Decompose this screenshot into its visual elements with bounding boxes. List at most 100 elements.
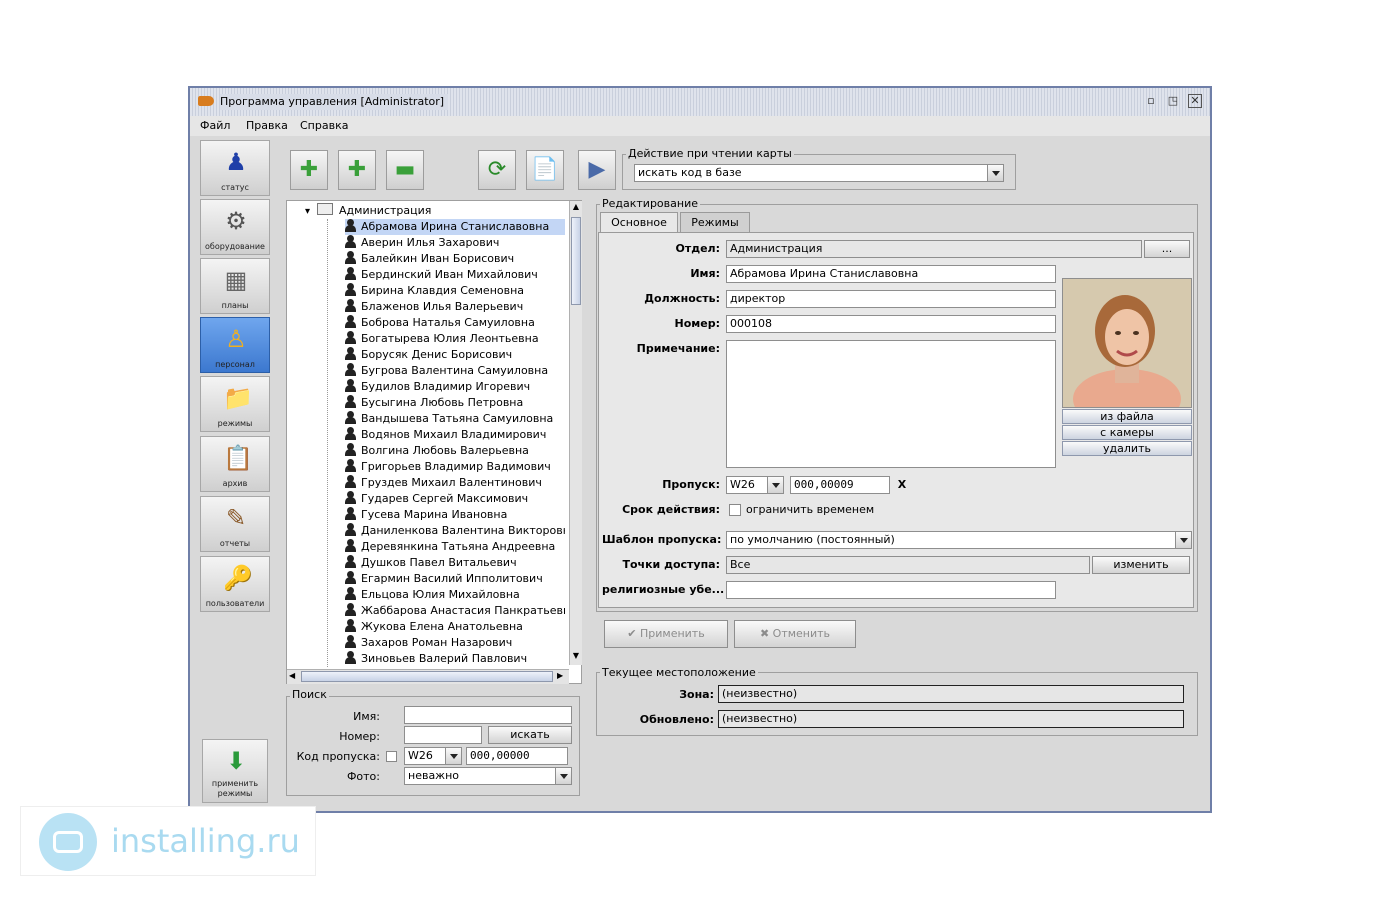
tab-main[interactable]: Основное bbox=[600, 212, 678, 232]
add-group-button[interactable]: ✚ bbox=[290, 150, 328, 190]
tree-person-row[interactable]: Водянов Михаил Владимирович bbox=[345, 427, 565, 443]
tree-person-row[interactable]: Даниленкова Валентина Викторовн bbox=[345, 523, 565, 539]
minimize-icon[interactable]: ▫ bbox=[1144, 94, 1158, 108]
tree-person-row[interactable]: Бердинский Иван Михайлович bbox=[345, 267, 565, 283]
menu-help[interactable]: Справка bbox=[300, 118, 348, 134]
tree-person-row[interactable]: Зиновьев Валерий Павлович bbox=[345, 651, 565, 667]
maximize-icon[interactable]: ◳ bbox=[1166, 94, 1180, 108]
tree-person-row[interactable]: Жаббарова Анастасия Панкратьевн bbox=[345, 603, 565, 619]
tree-person-row[interactable]: Аверин Илья Захарович bbox=[345, 235, 565, 251]
validity-checkbox-label: ограничить временем bbox=[746, 503, 875, 516]
tab-modes[interactable]: Режимы bbox=[680, 212, 750, 232]
tree-person-row[interactable]: Душков Павел Витальевич bbox=[345, 555, 565, 571]
sidebar-item-equipment[interactable]: ⚙ оборудование bbox=[200, 199, 270, 255]
tree-person-row[interactable]: Богатырева Юлия Леонтьевна bbox=[345, 331, 565, 347]
hscroll-thumb[interactable] bbox=[301, 671, 553, 682]
note-textarea[interactable] bbox=[726, 340, 1056, 468]
menu-file[interactable]: Файл bbox=[200, 118, 230, 134]
search-button[interactable]: искать bbox=[488, 726, 572, 744]
tree-person-row[interactable]: Егармин Василий Ипполитович bbox=[345, 571, 565, 587]
access-points-field[interactable]: Все bbox=[726, 556, 1090, 574]
sidebar-item-users[interactable]: 🔑 пользователи bbox=[200, 556, 270, 612]
access-points-change-button[interactable]: изменить bbox=[1092, 556, 1190, 574]
close-icon[interactable]: ✕ bbox=[1188, 94, 1202, 108]
pass-clear-button[interactable]: X bbox=[896, 476, 908, 494]
photo-from-file-button[interactable]: из файла bbox=[1062, 409, 1192, 424]
card-action-select[interactable]: искать код в базе bbox=[634, 164, 1004, 182]
export-button[interactable]: 📄 bbox=[526, 150, 564, 190]
sidebar-item-archive[interactable]: 📋 архив bbox=[200, 436, 270, 492]
tree-root[interactable]: ▾ Администрация bbox=[305, 203, 575, 219]
photo-delete-button[interactable]: удалить bbox=[1062, 441, 1192, 456]
search-photo-value: неважно bbox=[408, 769, 460, 782]
search-number-input[interactable] bbox=[404, 726, 482, 744]
menu-edit[interactable]: Правка bbox=[246, 118, 288, 134]
search-name-input[interactable] bbox=[404, 706, 572, 724]
tree-person-row[interactable]: Абрамова Ирина Станиславовна bbox=[345, 219, 565, 235]
tree-person-label: Боброва Наталья Самуиловна bbox=[361, 316, 535, 329]
scroll-left-icon[interactable]: ◀ bbox=[289, 671, 295, 680]
sidebar-item-status[interactable]: ♟ статус bbox=[200, 140, 270, 196]
tree-person-row[interactable]: Бирина Клавдия Семеновна bbox=[345, 283, 565, 299]
remove-button[interactable]: ▬ bbox=[386, 150, 424, 190]
tree-vscrollbar[interactable]: ▲ ▼ bbox=[569, 201, 582, 665]
tree-person-row[interactable]: Григорьев Владимир Вадимович bbox=[345, 459, 565, 475]
tree-person-row[interactable]: Волгина Любовь Валерьевна bbox=[345, 443, 565, 459]
tree-person-row[interactable]: Вандышева Татьяна Самуиловна bbox=[345, 411, 565, 427]
template-select[interactable]: по умолчанию (постоянный) bbox=[726, 531, 1192, 549]
department-browse-button[interactable]: ... bbox=[1144, 240, 1190, 258]
pass-type-select[interactable]: W26 bbox=[726, 476, 784, 494]
religion-field[interactable] bbox=[726, 581, 1056, 599]
tree-person-label: Зиновьев Валерий Павлович bbox=[361, 652, 528, 665]
scroll-down-icon[interactable]: ▼ bbox=[571, 651, 581, 663]
search-pass-type-select[interactable]: W26 bbox=[404, 747, 462, 765]
tree-person-label: Ельцова Юлия Михайловна bbox=[361, 588, 520, 601]
title-bar[interactable]: Программа управления [Administrator] ▫ ◳… bbox=[190, 88, 1210, 117]
apply-button[interactable]: ✔ Применить bbox=[604, 620, 728, 648]
name-field[interactable]: Абрамова Ирина Станиславовна bbox=[726, 265, 1056, 283]
position-field[interactable]: директор bbox=[726, 290, 1056, 308]
person-icon bbox=[345, 555, 356, 568]
number-field[interactable]: 000108 bbox=[726, 315, 1056, 333]
person-icon bbox=[345, 347, 356, 360]
scroll-thumb[interactable] bbox=[571, 217, 581, 305]
tree-person-row[interactable]: Бусыгина Любовь Петровна bbox=[345, 395, 565, 411]
card-reader-button[interactable]: ▶ bbox=[578, 150, 616, 190]
search-pass-code-checkbox[interactable] bbox=[386, 751, 397, 762]
scroll-up-icon[interactable]: ▲ bbox=[571, 202, 581, 214]
zone-field: (неизвестно) bbox=[718, 685, 1184, 703]
tree-person-row[interactable]: Ельцова Юлия Михайловна bbox=[345, 587, 565, 603]
tree-person-row[interactable]: Захаров Роман Назарович bbox=[345, 635, 565, 651]
search-group-label: Поиск bbox=[290, 688, 329, 702]
department-field[interactable]: Администрация bbox=[726, 240, 1142, 258]
pass-code-field[interactable]: 000,00009 bbox=[790, 476, 890, 494]
sidebar-item-reports[interactable]: ✎ отчеты bbox=[200, 496, 270, 552]
personnel-tree[interactable]: ▾ Администрация Абрамова Ирина Станислав… bbox=[286, 200, 582, 684]
tree-person-row[interactable]: Борусяк Денис Борисович bbox=[345, 347, 565, 363]
apply-modes-button[interactable]: ⬇ применить режимы bbox=[202, 739, 268, 803]
tree-person-row[interactable]: Блаженов Илья Валерьевич bbox=[345, 299, 565, 315]
tree-person-row[interactable]: Груздев Михаил Валентинович bbox=[345, 475, 565, 491]
tree-person-row[interactable]: Будилов Владимир Игоревич bbox=[345, 379, 565, 395]
tree-person-row[interactable]: Деревянкина Татьяна Андреевна bbox=[345, 539, 565, 555]
search-photo-select[interactable]: неважно bbox=[404, 767, 572, 785]
tree-person-row[interactable]: Гусева Марина Ивановна bbox=[345, 507, 565, 523]
tree-hscrollbar[interactable]: ◀ ▶ bbox=[287, 669, 569, 684]
sidebar-item-personnel[interactable]: ♙ персонал bbox=[200, 317, 270, 373]
tree-person-row[interactable]: Боброва Наталья Самуиловна bbox=[345, 315, 565, 331]
sidebar-item-plans[interactable]: ▦ планы bbox=[200, 258, 270, 314]
tree-person-row[interactable]: Бугрова Валентина Самуиловна bbox=[345, 363, 565, 379]
add-person-button[interactable]: ✚ bbox=[338, 150, 376, 190]
expand-icon[interactable]: ▾ bbox=[305, 206, 310, 217]
tree-person-row[interactable]: Балейкин Иван Борисович bbox=[345, 251, 565, 267]
cancel-button[interactable]: ✖ Отменить bbox=[734, 620, 856, 648]
validity-checkbox[interactable] bbox=[729, 504, 741, 516]
sidebar-item-modes[interactable]: 📁 режимы bbox=[200, 376, 270, 432]
scroll-right-icon[interactable]: ▶ bbox=[557, 671, 563, 680]
tree-person-label: Абрамова Ирина Станиславовна bbox=[361, 220, 550, 233]
tree-person-row[interactable]: Гударев Сергей Максимович bbox=[345, 491, 565, 507]
refresh-button[interactable]: ⟳ bbox=[478, 150, 516, 190]
search-pass-code-input[interactable]: 000,00000 bbox=[466, 747, 568, 765]
photo-from-camera-button[interactable]: с камеры bbox=[1062, 425, 1192, 440]
tree-person-row[interactable]: Жукова Елена Анатольевна bbox=[345, 619, 565, 635]
